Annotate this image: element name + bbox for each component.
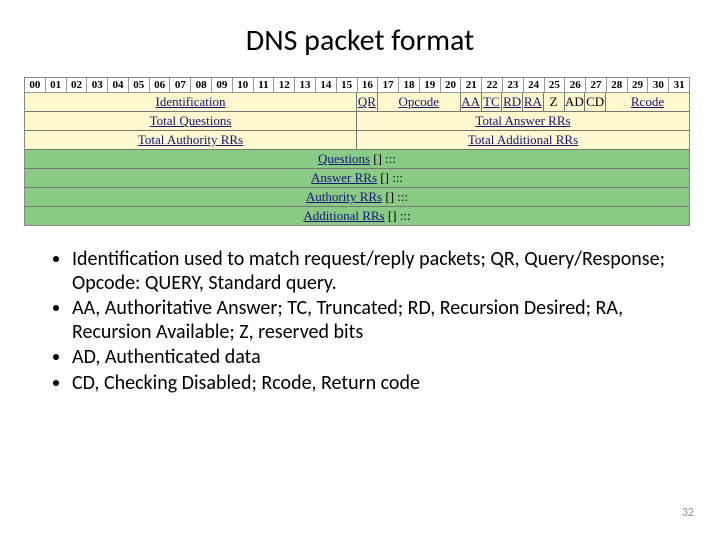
- bit-cell: 06: [150, 78, 171, 93]
- header-row-3: Total Authority RRs Total Additional RRs: [25, 131, 689, 150]
- bit-cell: 10: [233, 78, 254, 93]
- bit-cell: 02: [67, 78, 88, 93]
- bit-cell: 03: [87, 78, 108, 93]
- body-field-suffix: [] :::: [382, 189, 408, 204]
- body-field-suffix: [] :::: [385, 208, 411, 223]
- bit-cell: 19: [420, 78, 441, 93]
- body-field-suffix: [] :::: [377, 170, 403, 185]
- field-rcode: Rcode: [606, 93, 689, 112]
- page-title: DNS packet format: [0, 0, 720, 77]
- bit-cell: 24: [524, 78, 545, 93]
- header-row-1: Identification QR Opcode AA TC RD RA Z A…: [25, 93, 689, 112]
- bit-cell: 21: [461, 78, 482, 93]
- bit-cell: 15: [337, 78, 358, 93]
- bit-cell: 22: [482, 78, 503, 93]
- field-total-additional-rrs: Total Additional RRs: [357, 131, 689, 150]
- body-field-row: Questions [] :::: [25, 150, 689, 169]
- bit-cell: 27: [586, 78, 607, 93]
- bit-cell: 16: [358, 78, 379, 93]
- body-field-label: Answer RRs: [311, 170, 377, 185]
- field-identification: Identification: [25, 93, 357, 112]
- bit-cell: 29: [628, 78, 649, 93]
- bit-cell: 17: [378, 78, 399, 93]
- field-cd: CD: [585, 93, 606, 112]
- field-total-answer-rrs: Total Answer RRs: [357, 112, 689, 131]
- page-number: 32: [682, 506, 694, 520]
- field-opcode: Opcode: [378, 93, 461, 112]
- field-aa: AA: [461, 93, 482, 112]
- field-total-authority-rrs: Total Authority RRs: [25, 131, 357, 150]
- bit-cell: 31: [669, 78, 689, 93]
- bit-cell: 00: [25, 78, 46, 93]
- field-z: Z: [544, 93, 565, 112]
- bullet-item: Identification used to match request/rep…: [72, 248, 672, 295]
- bit-cell: 28: [607, 78, 628, 93]
- bit-cell: 01: [46, 78, 67, 93]
- bit-cell: 25: [545, 78, 566, 93]
- header-row-2: Total Questions Total Answer RRs: [25, 112, 689, 131]
- bit-cell: 13: [295, 78, 316, 93]
- bit-cell: 26: [565, 78, 586, 93]
- bullet-item: CD, Checking Disabled; Rcode, Return cod…: [72, 372, 672, 396]
- bit-cell: 18: [399, 78, 420, 93]
- body-field-row: Additional RRs [] :::: [25, 207, 689, 225]
- bit-cell: 05: [129, 78, 150, 93]
- field-ra: RA: [523, 93, 544, 112]
- bullet-item: AD, Authenticated data: [72, 346, 672, 370]
- bit-cell: 30: [648, 78, 669, 93]
- bit-cell: 04: [108, 78, 129, 93]
- bit-cell: 14: [316, 78, 337, 93]
- field-qr: QR: [357, 93, 378, 112]
- field-ad: AD: [565, 93, 586, 112]
- field-tc: TC: [482, 93, 503, 112]
- body-field-label: Questions: [318, 151, 370, 166]
- bit-cell: 07: [170, 78, 191, 93]
- bit-cell: 11: [254, 78, 275, 93]
- bullet-list: Identification used to match request/rep…: [48, 248, 672, 396]
- field-rd: RD: [502, 93, 523, 112]
- body-field-row: Authority RRs [] :::: [25, 188, 689, 207]
- body-field-label: Authority RRs: [306, 189, 382, 204]
- bit-cell: 08: [191, 78, 212, 93]
- packet-format-table: 0001020304050607080910111213141516171819…: [24, 77, 690, 226]
- bit-cell: 12: [274, 78, 295, 93]
- field-total-questions: Total Questions: [25, 112, 357, 131]
- bit-cell: 20: [441, 78, 462, 93]
- body-field-row: Answer RRs [] :::: [25, 169, 689, 188]
- bit-number-row: 0001020304050607080910111213141516171819…: [25, 78, 689, 93]
- body-field-suffix: [] :::: [370, 151, 396, 166]
- bit-cell: 23: [503, 78, 524, 93]
- bullet-item: AA, Authoritative Answer; TC, Truncated;…: [72, 297, 672, 344]
- bit-cell: 09: [212, 78, 233, 93]
- body-field-label: Additional RRs: [303, 208, 384, 223]
